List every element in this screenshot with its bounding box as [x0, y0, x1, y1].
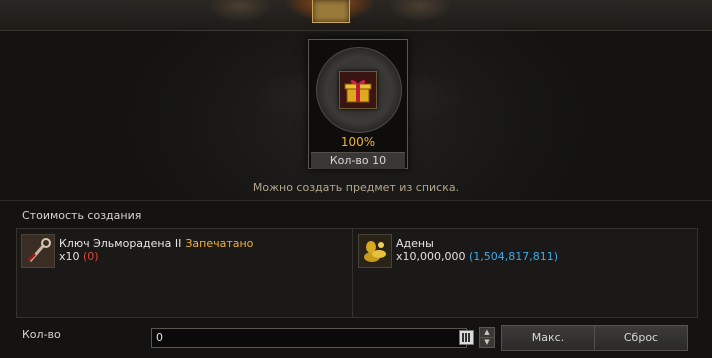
banner-artwork	[200, 0, 460, 30]
calculator-icon[interactable]	[459, 330, 474, 345]
decrement-icon[interactable]: ▼	[479, 337, 495, 348]
adena-icon	[358, 234, 392, 268]
quantity-label: Кол-во	[22, 328, 61, 341]
required-amount: x10	[59, 250, 80, 263]
result-item-slot[interactable]	[339, 71, 377, 109]
owned-amount: (1,504,817,811)	[469, 250, 559, 263]
divider	[0, 200, 712, 201]
top-banner	[0, 0, 712, 31]
cost-item-name: Адены	[396, 237, 434, 250]
result-quantity: Кол-во 10	[311, 152, 405, 169]
crafting-area: 100% Кол-во 10	[0, 31, 712, 201]
sealed-tag: Запечатано	[185, 237, 254, 250]
craft-hint: Можно создать предмет из списка.	[252, 181, 460, 194]
quantity-stepper[interactable]: ▲ ▼	[479, 327, 495, 348]
max-button[interactable]: Макс.	[501, 325, 595, 351]
result-item-card[interactable]: 100% Кол-во 10	[308, 39, 408, 169]
cost-item-name: Ключ Эльморадена II Запечатано	[59, 237, 253, 250]
quantity-input[interactable]: 0	[151, 328, 467, 348]
cost-panel: Ключ Эльморадена II Запечатано x10 (0) Ад…	[16, 228, 698, 318]
key-icon	[21, 234, 55, 268]
cost-item-amount: x10 (0)	[59, 250, 99, 263]
required-amount: x10,000,000	[396, 250, 466, 263]
cost-item-adena[interactable]: Адены x10,000,000 (1,504,817,811)	[354, 229, 697, 317]
banner-ornament	[312, 0, 350, 23]
reset-button[interactable]: Сброс	[594, 325, 688, 351]
cost-item-title: Ключ Эльморадена II	[59, 237, 182, 250]
owned-amount: (0)	[83, 250, 99, 263]
cost-title: Стоимость создания	[22, 209, 142, 222]
success-rate: 100%	[340, 135, 376, 149]
cost-item-key[interactable]: Ключ Эльморадена II Запечатано x10 (0)	[17, 229, 353, 317]
gift-box-icon	[344, 80, 372, 103]
cost-item-amount: x10,000,000 (1,504,817,811)	[396, 250, 558, 263]
